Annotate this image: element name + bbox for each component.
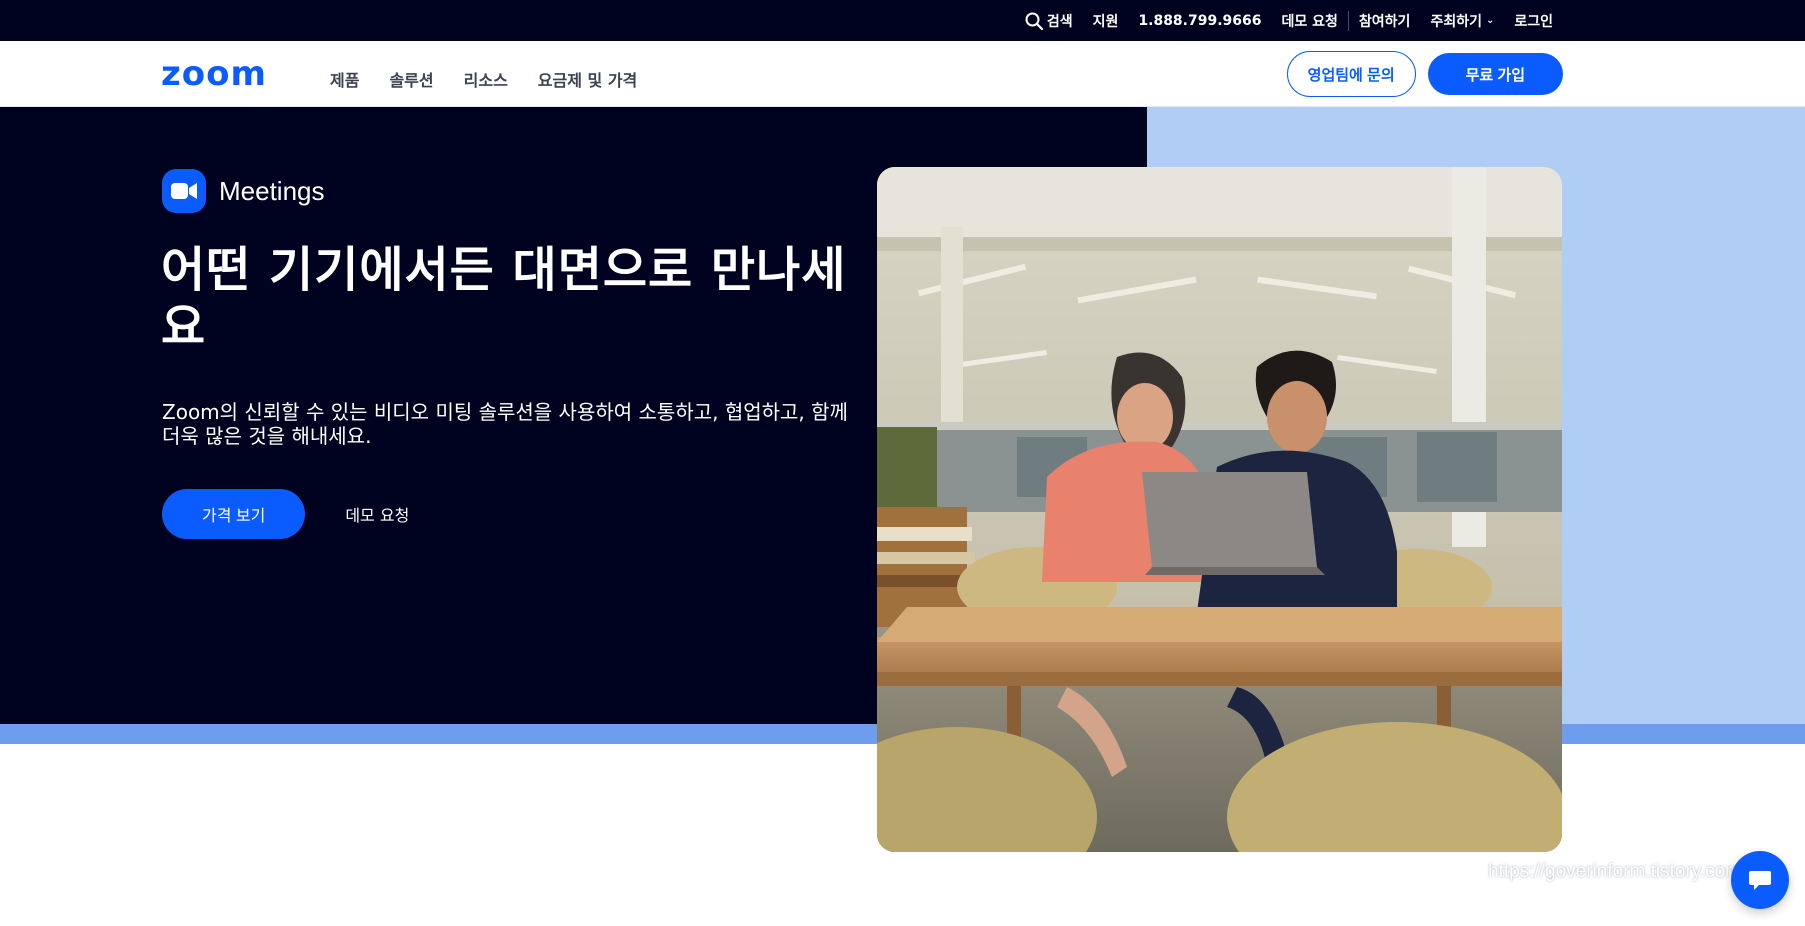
zoom-logo[interactable]: zoom	[161, 54, 267, 94]
divider	[1347, 10, 1349, 31]
search-link[interactable]: 검색	[1025, 11, 1073, 31]
utility-links: 검색 지원 1.888.799.9666 데모 요청 참여하기 주최하기 ⌄ 로…	[1025, 0, 1553, 41]
nav-actions: 영업팀에 문의 무료 가입	[1286, 51, 1563, 97]
video-camera-icon	[162, 169, 206, 213]
hero-title: 어떤 기기에서든 대면으로 만나세요	[161, 242, 847, 355]
nav-menu: 제품 솔루션 리소스 요금제 및 가격	[330, 67, 637, 91]
nav-item-products[interactable]: 제품	[330, 67, 359, 91]
office-meeting-image	[877, 167, 1562, 852]
phone-link[interactable]: 1.888.799.9666	[1138, 13, 1261, 29]
request-demo-link[interactable]: 데모 요청	[345, 502, 409, 526]
search-label: 검색	[1046, 13, 1073, 30]
nav-item-pricing[interactable]: 요금제 및 가격	[538, 67, 637, 91]
main-nav: zoom 제품 솔루션 리소스 요금제 및 가격 영업팀에 문의 무료 가입	[0, 41, 1805, 107]
chevron-down-icon: ⌄	[1485, 15, 1495, 26]
demo-request-link[interactable]: 데모 요청	[1282, 11, 1338, 31]
search-icon	[1025, 12, 1043, 30]
nav-item-resources[interactable]: 리소스	[464, 67, 508, 91]
hero-description: Zoom의 신뢰할 수 있는 비디오 미팅 솔루션을 사용하여 소통하고, 협업…	[162, 400, 848, 448]
chat-bubble-icon	[1749, 871, 1771, 890]
view-pricing-button[interactable]: 가격 보기	[162, 489, 306, 539]
hero-photo	[877, 167, 1562, 852]
join-link[interactable]: 참여하기	[1359, 11, 1411, 31]
product-badge: Meetings	[162, 169, 325, 213]
host-label: 주최하기	[1430, 13, 1482, 30]
hero-actions: 가격 보기 데모 요청	[162, 489, 409, 539]
contact-sales-button[interactable]: 영업팀에 문의	[1286, 51, 1416, 97]
support-link[interactable]: 지원	[1093, 11, 1119, 31]
watermark-text: https://goverinform.tistory.com	[1484, 858, 1769, 886]
login-link[interactable]: 로그인	[1514, 11, 1553, 31]
chat-button[interactable]	[1731, 851, 1789, 909]
nav-item-solutions[interactable]: 솔루션	[389, 67, 433, 91]
host-dropdown[interactable]: 주최하기 ⌄	[1430, 11, 1494, 31]
utility-bar: 검색 지원 1.888.799.9666 데모 요청 참여하기 주최하기 ⌄ 로…	[0, 0, 1805, 41]
signup-button[interactable]: 무료 가입	[1427, 53, 1563, 95]
product-name: Meetings	[219, 175, 325, 206]
